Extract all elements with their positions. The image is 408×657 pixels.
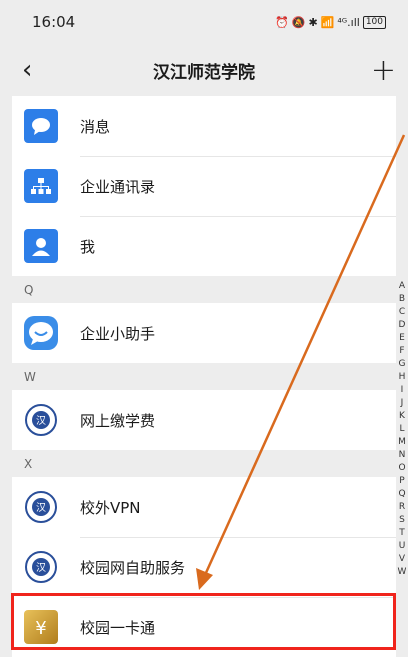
list-item-messages[interactable]: 消息	[12, 96, 396, 156]
index-letter[interactable]: P	[399, 475, 404, 488]
index-letter[interactable]: H	[399, 371, 406, 384]
back-icon[interactable]: ‹	[22, 44, 32, 96]
list-item-directory[interactable]: 企业通讯录	[12, 156, 396, 216]
bluetooth-icon: ✱	[308, 15, 318, 29]
list-item-me[interactable]: 我	[12, 216, 396, 276]
svg-text:汉: 汉	[36, 415, 46, 427]
list-item-label: 校园一卡通	[80, 618, 156, 637]
index-letter[interactable]: S	[399, 514, 405, 527]
index-letter[interactable]: N	[399, 449, 406, 462]
index-letter[interactable]: J	[401, 397, 404, 410]
school-emblem-icon: 汉	[24, 490, 58, 524]
school-emblem-icon: 汉	[24, 550, 58, 584]
alarm-icon: ⏰	[275, 15, 289, 29]
svg-text:汉: 汉	[36, 562, 46, 574]
list-item-label: 消息	[80, 117, 111, 136]
wifi-icon: 📶	[320, 15, 335, 29]
index-letter[interactable]: R	[399, 501, 405, 514]
status-time: 16:04	[32, 13, 76, 31]
svg-text:¥: ¥	[35, 618, 46, 639]
index-letter[interactable]: W	[398, 566, 407, 579]
index-letter[interactable]: L	[399, 423, 404, 436]
page-title: 汉江师范学院	[153, 62, 255, 83]
school-emblem-icon: 汉	[24, 403, 58, 437]
add-icon[interactable]: +	[371, 44, 396, 96]
index-letter[interactable]: B	[399, 293, 405, 306]
org-chart-icon	[24, 169, 58, 203]
list-item-tuition[interactable]: 汉 网上缴学费	[12, 390, 396, 450]
list-item-campus-card[interactable]: ¥ 校园一卡通	[12, 597, 396, 657]
list-item-label: 我	[80, 237, 96, 256]
index-letter[interactable]: K	[399, 410, 405, 423]
section-header-x: X	[12, 450, 396, 477]
index-letter[interactable]: C	[399, 306, 405, 319]
index-letter[interactable]: M	[398, 436, 406, 449]
index-letter[interactable]: F	[399, 345, 404, 358]
index-letter[interactable]: Q	[398, 488, 405, 501]
index-letter[interactable]: T	[399, 527, 405, 540]
nav-bar: ‹ 汉江师范学院 +	[0, 44, 408, 96]
svg-text:汉: 汉	[36, 502, 46, 514]
index-letter[interactable]: G	[399, 358, 406, 371]
index-letter[interactable]: U	[399, 540, 406, 553]
list-item-label: 校园网自助服务	[80, 558, 186, 577]
list-item-label: 网上缴学费	[80, 411, 156, 430]
list-item-assistant[interactable]: 企业小助手	[12, 303, 396, 363]
chat-bubble-icon	[24, 109, 58, 143]
list-item-selfservice[interactable]: 汉 校园网自助服务	[12, 537, 396, 597]
list-item-vpn[interactable]: 汉 校外VPN	[12, 477, 396, 537]
section-header-w: W	[12, 363, 396, 390]
list-item-label: 企业小助手	[80, 324, 156, 343]
list-item-label: 企业通讯录	[80, 177, 156, 196]
alphabet-index[interactable]: ABCDEFGHIJKLMNOPQRSTUVW	[396, 280, 408, 579]
index-letter[interactable]: V	[399, 553, 405, 566]
mute-icon: 🔕	[291, 15, 306, 29]
index-letter[interactable]: I	[401, 384, 404, 397]
status-icons: ⏰ 🔕 ✱ 📶 ⁴ᴳ.ıll 100	[275, 15, 386, 29]
battery-icon: 100	[362, 15, 386, 29]
index-letter[interactable]: E	[399, 332, 405, 345]
index-letter[interactable]: D	[399, 319, 406, 332]
status-bar: 16:04 ⏰ 🔕 ✱ 📶 ⁴ᴳ.ıll 100	[0, 0, 408, 44]
index-letter[interactable]: O	[398, 462, 405, 475]
assistant-smile-icon	[24, 316, 58, 350]
contacts-list: 消息 企业通讯录 我 Q 企业小助手 W 汉 网上缴学费 X 汉 校外VPN 汉…	[12, 96, 396, 657]
section-header-q: Q	[12, 276, 396, 303]
yuan-card-icon: ¥	[24, 610, 58, 644]
signal-icon: ⁴ᴳ.ıll	[337, 15, 360, 29]
index-letter[interactable]: A	[399, 280, 405, 293]
list-item-label: 校外VPN	[80, 498, 141, 517]
person-icon	[24, 229, 58, 263]
